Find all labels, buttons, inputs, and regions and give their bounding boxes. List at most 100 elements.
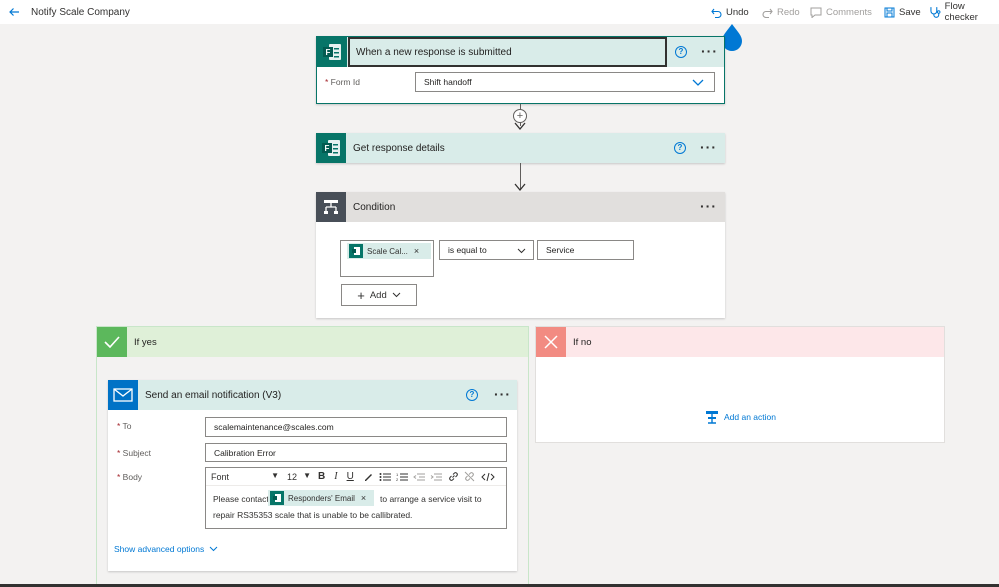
numbered-list-icon[interactable]: 12 <box>396 472 408 482</box>
form-id-value: Shift handoff <box>424 77 472 87</box>
trigger-title: When a new response is submitted <box>356 47 512 58</box>
body-text-line2: repair RS35353 scale that is unable to b… <box>213 510 413 520</box>
remove-chip-icon[interactable]: × <box>361 493 366 503</box>
operator-dropdown[interactable]: is equal to <box>439 240 534 260</box>
to-value: scalemaintenance@scales.com <box>214 422 334 432</box>
dynamic-content-chip[interactable]: Responders' Email × <box>268 490 374 506</box>
more-options-icon[interactable]: ··· <box>700 199 717 213</box>
bulleted-list-icon[interactable] <box>379 472 391 482</box>
trigger-header[interactable]: F When a new response is submitted ? ··· <box>317 37 724 67</box>
operator-value: is equal to <box>448 245 487 255</box>
decrease-indent-icon[interactable] <box>412 472 425 482</box>
underline-icon[interactable]: U <box>347 471 354 482</box>
svg-text:2: 2 <box>396 477 399 482</box>
undo-label: Undo <box>726 6 749 18</box>
font-dropdown[interactable]: Font ▼ <box>211 470 283 484</box>
show-advanced-label: Show advanced options <box>114 544 205 554</box>
redo-icon <box>762 8 773 18</box>
save-icon <box>884 7 895 17</box>
help-icon[interactable]: ? <box>674 142 686 154</box>
dynamic-content-chip[interactable]: Scale Cal... × <box>347 243 431 259</box>
condition-title: Condition <box>353 201 396 213</box>
chevron-down-icon <box>209 546 218 552</box>
condition-right-operand[interactable]: Service <box>537 240 634 260</box>
help-icon[interactable]: ? <box>466 389 478 401</box>
insert-step-icon[interactable]: + <box>513 109 527 123</box>
show-advanced-options-link[interactable]: Show advanced options <box>114 544 218 554</box>
plus-icon: + <box>357 287 365 303</box>
form-id-label: * Form Id <box>325 77 360 87</box>
link-icon[interactable] <box>448 471 459 482</box>
mail-icon <box>108 380 138 410</box>
caret-down-icon: ▼ <box>271 470 279 480</box>
get-response-header[interactable]: F Get response details ? ··· <box>316 133 725 163</box>
comment-icon <box>810 7 822 18</box>
font-size-dropdown[interactable]: 12 ▼ <box>287 470 311 484</box>
body-prefix: Please contact <box>213 494 269 504</box>
help-icon[interactable]: ? <box>675 46 687 58</box>
save-label: Save <box>899 6 921 18</box>
close-icon <box>536 327 566 357</box>
get-response-title: Get response details <box>353 142 445 154</box>
condition-header[interactable]: Condition ··· <box>316 192 725 222</box>
more-options-icon[interactable]: ··· <box>701 44 718 58</box>
add-label: Add <box>369 289 387 301</box>
forms-icon <box>349 244 363 258</box>
add-condition-button[interactable]: + Add <box>341 284 417 306</box>
if-no-branch: If no Add an action <box>535 326 945 443</box>
svg-text:F: F <box>326 48 331 57</box>
unlink-icon[interactable] <box>464 471 475 482</box>
chip-label: Scale Cal... <box>367 246 408 256</box>
if-no-header[interactable]: If no <box>536 327 944 357</box>
body-suffix: to arrange a service visit to <box>380 494 482 504</box>
caret-down-icon: ▼ <box>303 470 311 480</box>
subject-label: * Subject <box>117 448 152 458</box>
check-icon <box>97 327 127 357</box>
condition-left-operand[interactable]: Scale Cal... × <box>340 240 434 277</box>
bold-icon[interactable]: B <box>318 471 325 482</box>
undo-button[interactable]: Undo <box>711 4 749 20</box>
rich-text-toolbar: Font ▼ 12 ▼ B I U 12 <box>206 468 506 486</box>
add-action-icon <box>706 411 718 424</box>
to-field[interactable]: scalemaintenance@scales.com <box>205 417 507 437</box>
redo-label: Redo <box>777 6 800 18</box>
back-button[interactable] <box>8 4 20 20</box>
forms-icon <box>270 491 284 505</box>
form-id-dropdown[interactable]: Shift handoff <box>415 72 715 92</box>
to-label: * To <box>117 421 132 431</box>
add-an-action-button[interactable]: Add an action <box>705 410 776 424</box>
body-editor[interactable]: Font ▼ 12 ▼ B I U 12 Please contact Resp… <box>205 467 507 529</box>
trigger-card[interactable]: F When a new response is submitted ? ···… <box>316 36 725 104</box>
get-response-card[interactable]: F Get response details ? ··· <box>316 133 725 163</box>
add-action-label: Add an action <box>724 412 776 422</box>
remove-chip-icon[interactable]: × <box>414 246 419 256</box>
email-header[interactable]: Send an email notification (V3) ? ··· <box>108 380 517 410</box>
highlight-pen-icon[interactable] <box>363 472 373 482</box>
save-button[interactable]: Save <box>884 4 921 20</box>
email-card[interactable]: Send an email notification (V3) ? ··· * … <box>108 380 517 571</box>
increase-indent-icon[interactable] <box>430 472 442 482</box>
stethoscope-icon <box>930 7 941 18</box>
trigger-title-box[interactable]: When a new response is submitted <box>348 37 667 67</box>
font-size-value: 12 <box>287 471 298 482</box>
subject-field[interactable]: Calibration Error <box>205 443 507 462</box>
redo-button[interactable]: Redo <box>762 4 800 20</box>
italic-icon[interactable]: I <box>334 471 337 482</box>
body-text-line1: Please contact <box>213 494 269 504</box>
condition-icon <box>316 192 346 222</box>
flow-checker-button[interactable]: Flow checker <box>929 1 999 23</box>
comments-button[interactable]: Comments <box>810 4 872 20</box>
arrow-down-icon <box>514 122 526 131</box>
if-no-title: If no <box>573 337 592 348</box>
svg-text:F: F <box>325 144 330 153</box>
forms-icon: F <box>317 37 347 67</box>
more-options-icon[interactable]: ··· <box>700 140 717 154</box>
code-view-icon[interactable] <box>481 472 495 482</box>
more-options-icon[interactable]: ··· <box>494 387 511 401</box>
arrow-down-icon <box>514 183 526 192</box>
font-label: Font <box>211 471 230 482</box>
if-yes-header[interactable]: If yes <box>97 327 528 357</box>
chevron-down-icon <box>692 79 704 86</box>
condition-card[interactable]: Condition ··· Scale Cal... × is equal to… <box>316 192 725 318</box>
chip-label: Responders' Email <box>288 493 355 503</box>
